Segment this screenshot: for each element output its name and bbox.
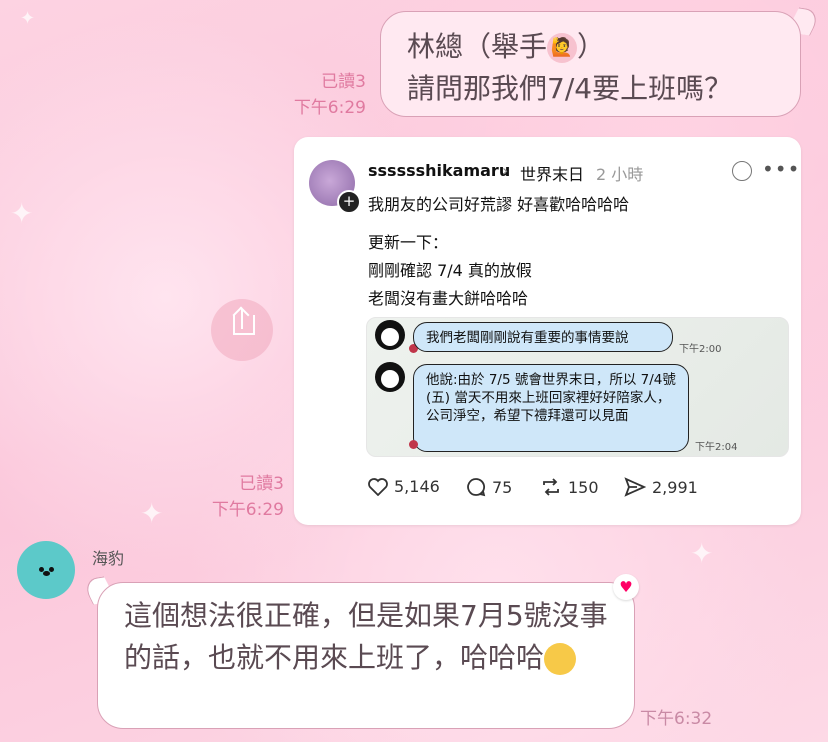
avatar[interactable]: + xyxy=(309,160,361,214)
message-text: ） xyxy=(577,30,606,63)
raising-hand-emoji: 🙋 xyxy=(547,33,578,63)
follow-plus-icon[interactable]: + xyxy=(337,190,361,214)
post-text-line: 剛剛確認 7/4 真的放假 xyxy=(368,261,532,280)
penguin-avatar xyxy=(375,320,405,350)
post-image[interactable]: 我們老闆剛剛說有重要的事情要說 下午2:00 他說:由於 7/5 號會世界末日，… xyxy=(366,317,789,457)
chat-time: 下午2:04 xyxy=(695,442,738,453)
read-receipt: 已讀3 xyxy=(239,474,284,494)
sparkle-decoration: ✦ xyxy=(140,497,164,530)
comment-button[interactable]: 75 xyxy=(466,477,512,497)
like-count: 5,146 xyxy=(394,477,440,496)
comment-icon xyxy=(467,478,486,497)
post-username[interactable]: sssssshikamaru xyxy=(368,161,510,180)
send-button[interactable]: 2,991 xyxy=(624,477,698,497)
message-text: 林總（舉手 xyxy=(407,30,548,63)
post-text-line: 老闆沒有畫大餅哈哈哈 xyxy=(368,289,529,308)
incoming-message-bubble[interactable]: 這個想法很正確，但是如果7月5號沒事的話，也就不用來上班了，哈哈哈 xyxy=(97,582,635,729)
repost-count: 150 xyxy=(568,477,599,497)
more-icon[interactable]: ••• xyxy=(762,157,800,181)
avatar[interactable] xyxy=(17,541,75,599)
message-text: 這個想法很正確，但是如果7月5號沒事的話，也就不用來上班了，哈哈哈 xyxy=(124,599,608,674)
laughing-emoji xyxy=(544,643,577,675)
repost-icon xyxy=(543,478,559,496)
message-time: 下午6:29 xyxy=(293,98,366,118)
chat-bubble: 他說:由於 7/5 號會世界末日，所以 7/4號 (五) 當天不用來上班回家裡好… xyxy=(413,364,689,452)
message-time: 下午6:32 xyxy=(640,709,713,729)
share-button[interactable] xyxy=(211,299,273,361)
like-button[interactable]: 5,146 xyxy=(368,477,440,496)
message-text: 請問那我們7/4要上班嗎？ xyxy=(407,72,733,105)
send-icon xyxy=(624,477,646,497)
comment-count: 75 xyxy=(492,477,513,497)
read-receipt: 已讀3 xyxy=(321,72,366,92)
heart-reaction-icon[interactable]: ♥ xyxy=(613,574,639,600)
heart-icon xyxy=(368,477,388,496)
shared-post-card[interactable]: + sssssshikamaru › 世界末日 2 小時 ••• 我朋友的公司好… xyxy=(294,137,801,525)
badge-dot xyxy=(409,440,418,449)
post-time-ago: 2 小時 xyxy=(596,165,644,184)
sparkle-decoration: ✦ xyxy=(10,197,34,230)
outgoing-message-bubble[interactable]: 林總（舉手 🙋） 請問那我們7/4要上班嗎？ xyxy=(380,11,801,117)
chat-bubble: 我們老闆剛剛說有重要的事情要說 xyxy=(413,322,673,352)
chevron-right-icon: › xyxy=(502,161,509,180)
repost-button[interactable]: 150 xyxy=(540,477,599,497)
chat-time: 下午2:00 xyxy=(679,344,722,355)
share-count: 2,991 xyxy=(652,477,698,497)
sparkle-decoration: ✦ xyxy=(20,8,36,29)
sparkle-decoration: ✦ xyxy=(690,537,714,570)
post-text-line: 我朋友的公司好荒謬 好喜歡哈哈哈哈 xyxy=(368,195,630,214)
message-time: 下午6:29 xyxy=(211,500,284,520)
post-topic[interactable]: 世界末日 xyxy=(520,161,584,185)
sender-name: 海豹 xyxy=(92,549,125,568)
edit-icon[interactable] xyxy=(732,161,752,181)
post-text-line: 更新一下： xyxy=(368,233,449,252)
penguin-avatar xyxy=(375,362,405,392)
